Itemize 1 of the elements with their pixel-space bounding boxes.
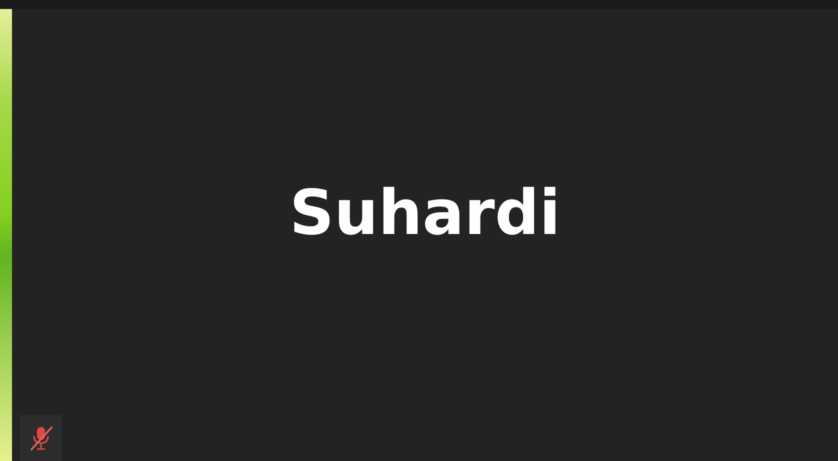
participant-name: Suhardi [290,182,560,244]
